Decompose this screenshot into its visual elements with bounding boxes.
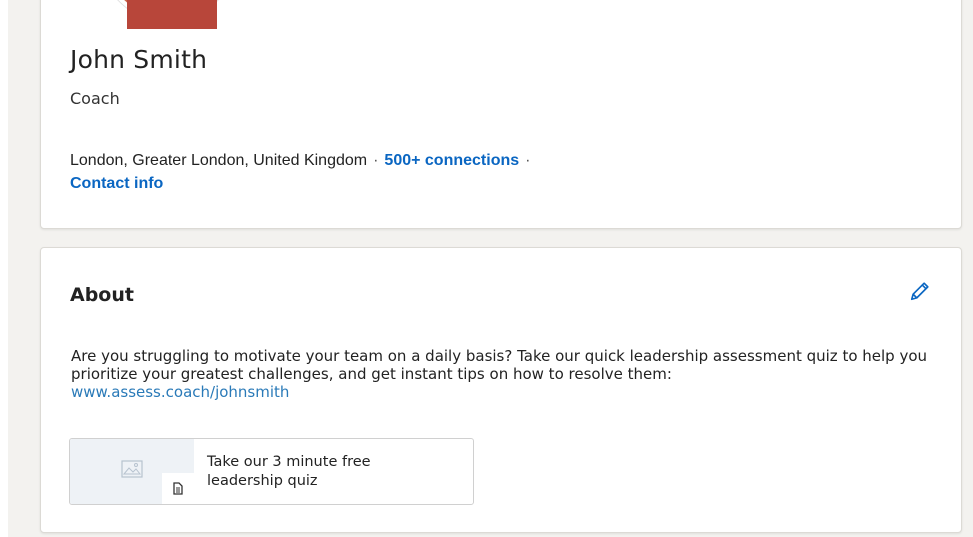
media-title: Take our 3 minute free leadership quiz [207,454,371,489]
profile-meta-row: London, Greater London, United Kingdom · 5… [70,152,536,170]
image-placeholder-icon [121,460,143,478]
media-thumbnail [70,439,194,504]
profile-card: John Smith Coach London, Greater London,… [40,0,962,229]
featured-media-card[interactable]: Take our 3 minute free leadership quiz [69,438,474,505]
edit-about-button[interactable] [905,276,935,306]
profile-page: John Smith Coach London, Greater London,… [0,0,973,537]
left-panel-edge [0,0,8,537]
contact-info-link[interactable]: Contact info [70,175,163,193]
document-badge [162,473,194,504]
about-title: About [70,284,134,306]
profile-location: London, Greater London, United Kingdom [70,152,368,169]
about-description: Are you struggling to motivate your team… [71,347,941,401]
pencil-icon [910,282,929,301]
document-icon [173,482,183,495]
about-card: About Are you struggling to motivate you… [40,247,962,533]
connections-link[interactable]: 500+ connections [384,152,519,169]
profile-headline: Coach [70,89,120,108]
separator-dot: · [525,152,531,169]
separator-dot: · [373,152,379,169]
avatar[interactable] [93,0,243,29]
about-url-link[interactable]: www.assess.coach/johnsmith [71,383,289,401]
about-body: Are you struggling to motivate your team… [71,347,928,383]
profile-name: John Smith [70,45,208,74]
avatar-photo [127,0,217,29]
